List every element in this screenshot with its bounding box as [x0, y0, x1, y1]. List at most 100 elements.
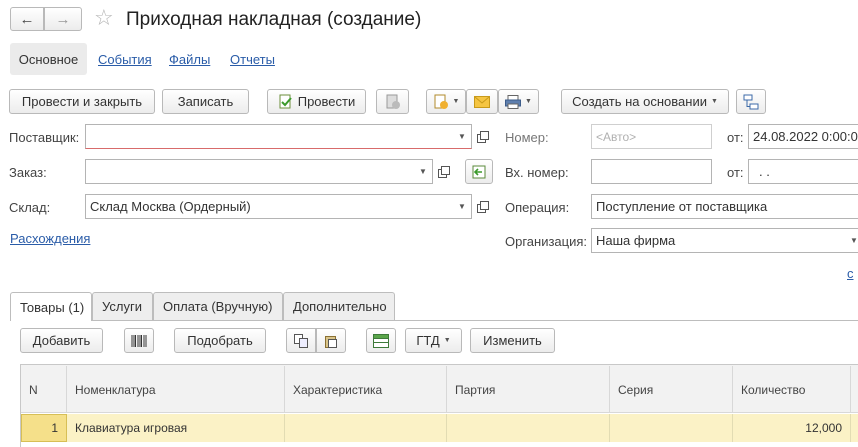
table-fill-icon — [373, 333, 389, 348]
row-characteristic-cell[interactable] — [285, 414, 447, 442]
incoming-number-label: Вх. номер: — [505, 165, 569, 180]
forward-button[interactable]: → — [44, 7, 82, 31]
column-header-n[interactable]: N — [21, 366, 67, 413]
save-button[interactable]: Записать — [162, 89, 249, 114]
order-label: Заказ: — [9, 165, 47, 180]
warehouse-open-button[interactable] — [473, 194, 493, 219]
copy-icon — [294, 333, 308, 348]
organization-value: Наша фирма — [596, 233, 676, 248]
save-label: Записать — [177, 94, 234, 109]
barcode-icon — [131, 334, 147, 347]
chevron-down-icon[interactable]: ▼ — [414, 160, 432, 183]
chevron-down-icon[interactable]: ▼ — [850, 229, 858, 252]
incoming-number-field[interactable] — [591, 159, 712, 184]
row-series-cell[interactable] — [610, 414, 733, 442]
chevron-down-icon: ▼ — [443, 337, 451, 344]
incoming-date-label: от: — [727, 165, 744, 180]
open-form-icon — [477, 130, 489, 143]
page-title: Приходная накладная (создание) — [126, 9, 422, 30]
tab-additional-label: Дополнительно — [293, 299, 387, 314]
number-label: Номер: — [505, 130, 549, 145]
change-button[interactable]: Изменить — [470, 328, 555, 353]
paste-rows-button[interactable] — [316, 328, 346, 353]
create-based-on-label: Создать на основании — [572, 94, 707, 109]
change-label: Изменить — [483, 333, 542, 348]
fill-icon — [472, 165, 486, 178]
organization-label: Организация: — [505, 234, 588, 249]
gtd-button[interactable]: ГТД ▼ — [405, 328, 462, 353]
tab-additional[interactable]: Дополнительно — [283, 292, 395, 320]
nav-tab-main[interactable]: Основное — [10, 43, 87, 75]
row-number-cell[interactable]: 1 — [21, 414, 67, 442]
post-and-close-button[interactable]: Провести и закрыть — [9, 89, 155, 114]
unpost-icon — [386, 94, 400, 109]
arrow-right-icon: → — [55, 10, 71, 28]
chevron-down-icon[interactable]: ▼ — [453, 195, 471, 218]
tab-goods[interactable]: Товары (1) — [10, 292, 92, 321]
date-field[interactable]: 24.08.2022 0:00:0 — [748, 124, 858, 149]
number-field[interactable]: <Авто> — [591, 124, 712, 149]
fill-table-button[interactable] — [366, 328, 396, 353]
email-button[interactable] — [466, 89, 498, 114]
incoming-date-value: . . — [759, 164, 770, 179]
more-link[interactable]: с — [847, 266, 854, 281]
row-quantity-cell[interactable]: 12,000 — [733, 414, 851, 442]
supplier-field[interactable]: ▼ — [85, 124, 472, 149]
row-batch-cell[interactable] — [447, 414, 610, 442]
warehouse-label: Склад: — [9, 200, 51, 215]
tab-services[interactable]: Услуги — [92, 292, 153, 320]
tab-goods-label: Товары (1) — [20, 299, 85, 315]
supplier-open-button[interactable] — [473, 124, 493, 149]
post-document-icon — [279, 94, 292, 108]
column-header-quantity[interactable]: Количество — [733, 366, 851, 413]
tab-payment[interactable]: Оплата (Вручную) — [153, 292, 283, 320]
barcode-button[interactable] — [124, 328, 154, 353]
operation-field[interactable]: Поступление от поставщика — [591, 194, 858, 219]
nav-tab-files[interactable]: Файлы — [169, 52, 210, 67]
back-button[interactable]: ← — [10, 7, 44, 31]
add-row-button[interactable]: Добавить — [20, 328, 103, 353]
structure-button[interactable] — [736, 89, 766, 114]
incoming-date-field[interactable]: . . — [748, 159, 858, 184]
open-form-icon — [438, 165, 450, 178]
add-row-label: Добавить — [32, 333, 91, 348]
envelope-icon — [474, 95, 490, 108]
nav-tab-reports[interactable]: Отчеты — [230, 52, 275, 67]
create-based-on-button[interactable]: Создать на основании ▼ — [561, 89, 729, 114]
chevron-down-icon: ▼ — [452, 98, 460, 105]
chevron-down-icon: ▼ — [710, 98, 718, 105]
operation-value: Поступление от поставщика — [596, 199, 768, 214]
document-icon — [434, 94, 448, 109]
chevron-down-icon[interactable]: ▼ — [453, 125, 471, 148]
select-items-button[interactable]: Подобрать — [174, 328, 266, 353]
organization-field[interactable]: Наша фирма ▼ — [591, 228, 858, 253]
date-label: от: — [727, 130, 744, 145]
order-open-button[interactable] — [434, 159, 454, 184]
nav-tab-events[interactable]: События — [98, 52, 152, 67]
column-header-series[interactable]: Серия — [610, 366, 733, 413]
select-items-label: Подобрать — [187, 333, 253, 348]
star-icon[interactable]: ☆ — [94, 5, 114, 31]
operation-label: Операция: — [505, 200, 570, 215]
post-button[interactable]: Провести — [267, 89, 366, 114]
copy-rows-button[interactable] — [286, 328, 316, 353]
fill-from-order-button[interactable] — [465, 159, 493, 184]
order-field[interactable]: ▼ — [85, 159, 433, 184]
discrepancies-link[interactable]: Расхождения — [10, 231, 90, 246]
supplier-label: Поставщик: — [9, 130, 80, 145]
column-header-nomenclature[interactable]: Номенклатура — [67, 366, 285, 413]
open-form-icon — [477, 200, 489, 213]
column-header-characteristic[interactable]: Характеристика — [285, 366, 447, 413]
date-value: 24.08.2022 0:00:0 — [753, 129, 858, 144]
row-nomenclature-cell[interactable]: Клавиатура игровая — [67, 414, 285, 442]
print-button[interactable]: ▼ — [498, 89, 539, 114]
warehouse-value: Склад Москва (Ордерный) — [90, 199, 251, 214]
paste-icon — [325, 335, 337, 348]
nav-tab-main-label: Основное — [18, 51, 79, 67]
tab-payment-label: Оплата (Вручную) — [163, 299, 273, 314]
gtd-label: ГТД — [416, 333, 440, 348]
print-document-button[interactable]: ▼ — [426, 89, 466, 114]
unpost-button[interactable] — [376, 89, 409, 114]
column-header-batch[interactable]: Партия — [447, 366, 610, 413]
warehouse-field[interactable]: Склад Москва (Ордерный) ▼ — [85, 194, 472, 219]
